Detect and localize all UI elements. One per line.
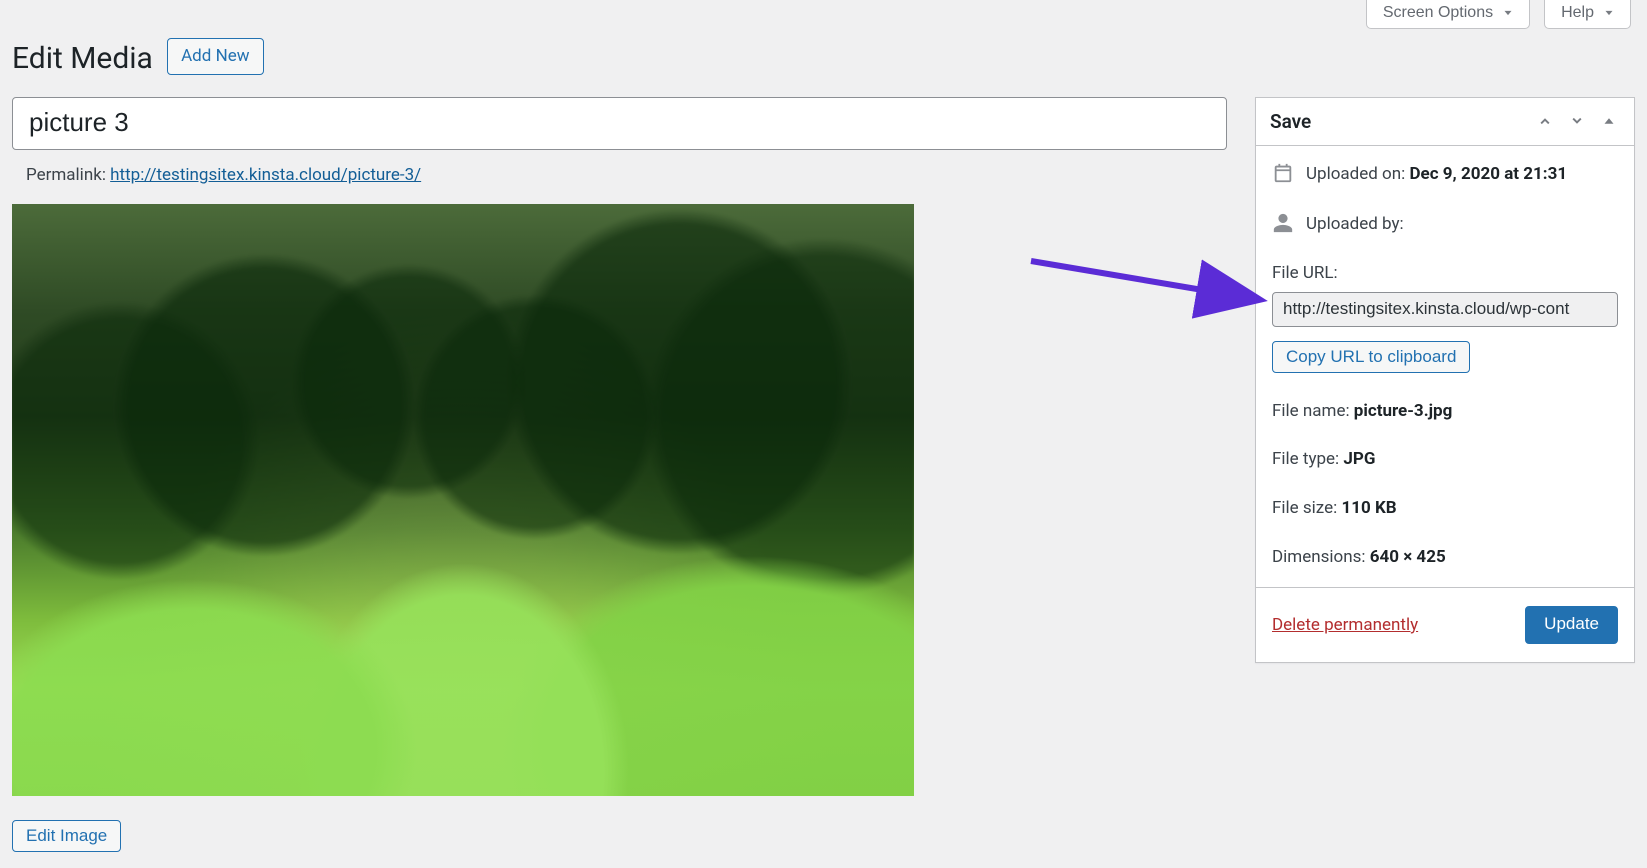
- permalink-row: Permalink: http://testingsitex.kinsta.cl…: [26, 163, 1223, 188]
- panel-toggle-button[interactable]: [1598, 110, 1620, 132]
- screen-options-button[interactable]: Screen Options: [1366, 0, 1530, 29]
- user-icon: [1272, 212, 1294, 242]
- file-url-input[interactable]: [1272, 292, 1618, 327]
- file-name-line: File name: picture-3.jpg: [1272, 399, 1618, 424]
- copy-url-button[interactable]: Copy URL to clipboard: [1272, 341, 1470, 373]
- page-title: Edit Media: [12, 37, 153, 81]
- dimensions-line: Dimensions: 640 × 425: [1272, 545, 1618, 570]
- file-size-line: File size: 110 KB: [1272, 496, 1618, 521]
- screen-options-label: Screen Options: [1383, 4, 1493, 22]
- delete-permanently-link[interactable]: Delete permanently: [1272, 613, 1418, 638]
- calendar-icon: [1272, 162, 1294, 192]
- caret-down-icon: [1501, 6, 1515, 20]
- update-button[interactable]: Update: [1525, 606, 1618, 644]
- panel-move-down-button[interactable]: [1566, 110, 1588, 132]
- caret-up-icon: [1600, 112, 1618, 130]
- save-postbox: Save: [1255, 97, 1635, 664]
- add-new-button[interactable]: Add New: [167, 38, 263, 75]
- permalink-link[interactable]: http://testingsitex.kinsta.cloud/picture…: [110, 165, 421, 185]
- caret-down-icon: [1602, 6, 1616, 20]
- help-button[interactable]: Help: [1544, 0, 1631, 29]
- permalink-label: Permalink:: [26, 165, 106, 185]
- media-title-input[interactable]: [12, 97, 1227, 151]
- file-url-label: File URL:: [1272, 261, 1618, 286]
- help-label: Help: [1561, 4, 1594, 22]
- panel-move-up-button[interactable]: [1534, 110, 1556, 132]
- chevron-up-icon: [1536, 112, 1554, 130]
- file-type-line: File type: JPG: [1272, 447, 1618, 472]
- edit-image-button[interactable]: Edit Image: [12, 820, 121, 852]
- uploaded-by-text: Uploaded by:: [1306, 212, 1404, 237]
- uploaded-on-text: Uploaded on: Dec 9, 2020 at 21:31: [1306, 162, 1567, 187]
- media-preview-image: [12, 204, 914, 796]
- save-heading: Save: [1270, 108, 1311, 136]
- chevron-down-icon: [1568, 112, 1586, 130]
